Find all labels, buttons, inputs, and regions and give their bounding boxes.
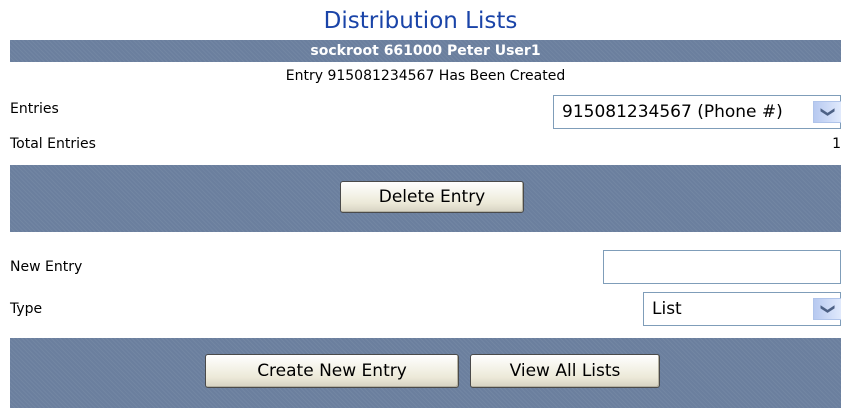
type-label: Type bbox=[10, 301, 43, 317]
new-entry-label: New Entry bbox=[10, 259, 83, 275]
page-title: Distribution Lists bbox=[323, 8, 518, 34]
total-entries-value: 1 bbox=[832, 136, 841, 152]
entries-select-value: 915081234567 (Phone #) bbox=[562, 102, 783, 122]
user-line: sockroot 661000 Peter User1 bbox=[310, 43, 541, 59]
entries-label: Entries bbox=[10, 101, 59, 117]
delete-entry-button[interactable]: Delete Entry bbox=[340, 181, 524, 213]
entries-select[interactable]: 915081234567 (Phone #) ❯ bbox=[553, 95, 841, 129]
user-header: sockroot 661000 Peter User1 bbox=[10, 40, 841, 62]
type-select[interactable]: List ❯ bbox=[643, 292, 841, 326]
chevron-down-icon[interactable]: ❯ bbox=[813, 101, 841, 123]
total-entries-label: Total Entries bbox=[10, 136, 96, 152]
create-new-entry-button[interactable]: Create New Entry bbox=[205, 354, 459, 388]
delete-band: Delete Entry bbox=[10, 165, 841, 232]
footer-band: Create New Entry View All Lists bbox=[10, 338, 841, 408]
chevron-down-icon[interactable]: ❯ bbox=[813, 298, 841, 320]
new-entry-input[interactable] bbox=[603, 250, 841, 284]
view-all-lists-button[interactable]: View All Lists bbox=[470, 354, 660, 388]
type-select-value: List bbox=[652, 299, 682, 319]
status-message: Entry 915081234567 Has Been Created bbox=[285, 68, 566, 84]
